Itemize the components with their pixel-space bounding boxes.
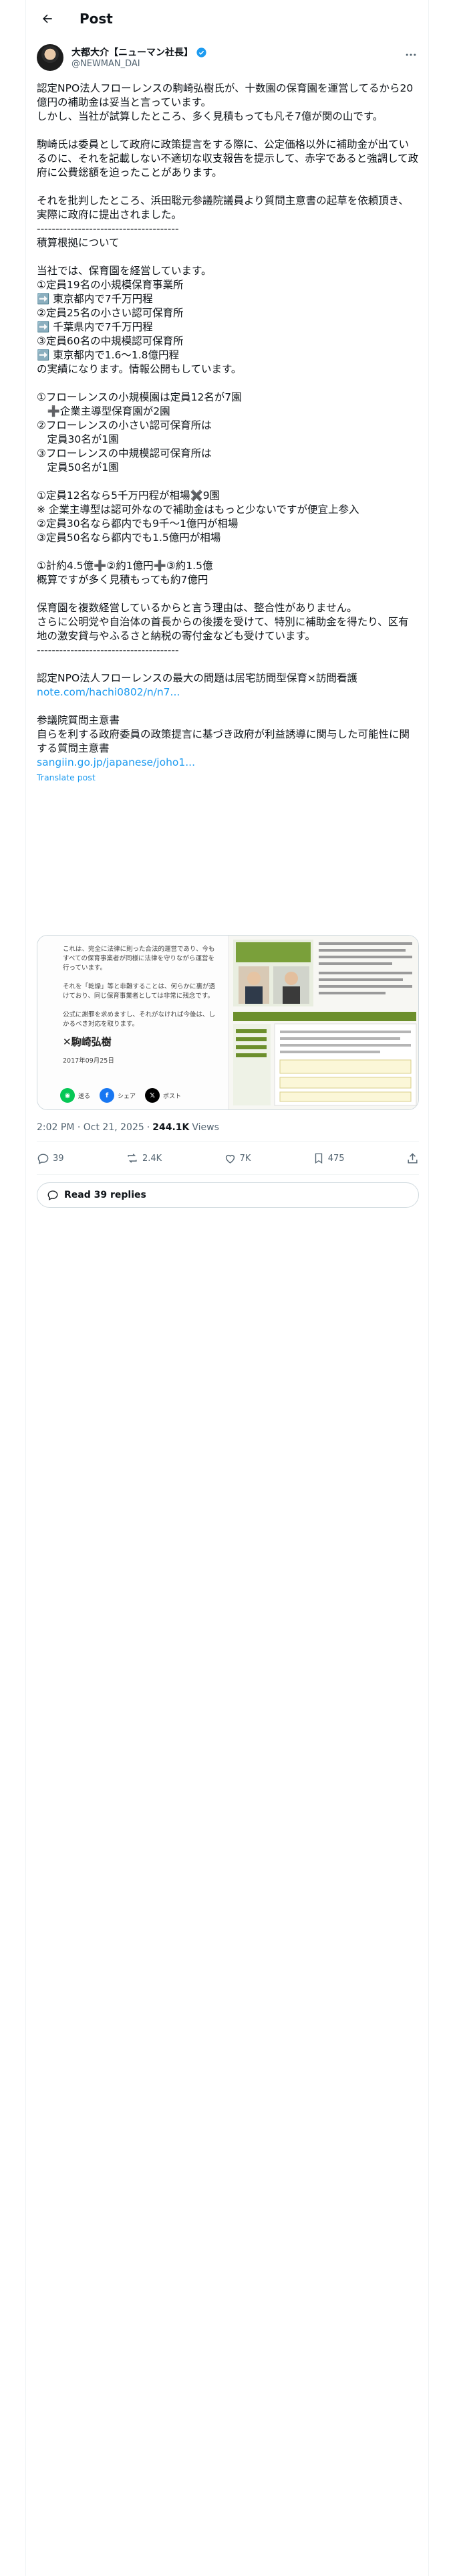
repost-icon [128,1154,137,1163]
arrow-left-icon [43,14,52,23]
back-button[interactable] [35,7,59,31]
statement-text: これは、完全に法律に則った合法的運営であり、今もすべての保育事業者が同様に法律を… [63,946,216,1028]
post-paragraph: ①定員12名なら5千万円程が相場✖️9園 ※ 企業主導型は認可外なので補助金はも… [37,490,359,544]
reply-count: 39 [53,1153,64,1164]
bookmark-icon [315,1153,322,1164]
facebook-share-button: f シェア [100,1088,136,1103]
x-share-label: ポスト [163,1093,182,1100]
translate-post-link[interactable]: Translate post [37,772,419,782]
read-replies-label: Read 39 replies [64,1190,146,1200]
top-bar: Post [26,0,430,37]
views-label: Views [192,1122,219,1133]
like-count: 7K [239,1153,251,1164]
post-paragraph: 参議院質問主意書 自らを利する政府委員の政策提言に基づき政府が利益誘導に関与した… [37,714,410,754]
read-replies-button[interactable]: Read 39 replies [37,1182,419,1208]
reply-button[interactable]: 39 [37,1152,64,1165]
statement-signature: ✕駒崎弘樹 [63,1036,112,1048]
verified-badge-icon [196,47,206,58]
like-button[interactable]: 7K [224,1152,251,1165]
author-name-row[interactable]: 大都大介【ニューマン社長】 [71,45,207,59]
author-handle[interactable]: @NEWMAN_DAI [71,59,140,69]
divider [37,1174,419,1175]
attached-image[interactable]: これは、完全に法律に則った合法的運営であり、今もすべての保育事業者が同様に法律を… [37,935,419,1110]
statement-image: これは、完全に法律に則った合法的運営であり、今もすべての保育事業者が同様に法律を… [37,936,229,1109]
avatar[interactable] [37,44,63,71]
repost-button[interactable]: 2.4K [126,1152,162,1165]
post-actions: 39 2.4K 7K 475 [37,1145,419,1172]
post-paragraph: 駒崎氏は委員として政府に政策提言をする際に、公定価格以外に補助金が出ているのに、… [37,138,419,179]
bookmark-count: 475 [327,1153,345,1164]
more-dots-icon [406,53,416,56]
share-buttons: ◉ 送る f シェア 𝕏 ポスト [60,1088,181,1103]
note-link[interactable]: note.com/hachi0802/n/n7... [37,685,419,700]
post-timestamp[interactable]: 2:02 PM · Oct 21, 2025 [37,1122,144,1133]
page-title: Post [80,11,113,27]
heart-icon [225,1154,235,1164]
post-meta: 2:02 PM · Oct 21, 2025 · 244.1K Views [37,1122,219,1133]
statement-date: 2017年09月25日 [63,1057,114,1065]
line-share-label: 送る [78,1093,91,1100]
post-paragraph: 認定NPO法人フローレンスの駒崎弘樹氏が、十数園の保育園を運営してるから20億円… [37,82,414,122]
share-icon [408,1152,418,1164]
bookmark-button[interactable]: 475 [313,1152,345,1164]
share-button[interactable] [406,1152,419,1165]
post-column: Post 大都大介【ニューマン社長】 @NEWMAN_DAI 認定NPO法人フロ… [25,0,429,2576]
post-author: 大都大介【ニューマン社長】 @NEWMAN_DAI [37,44,419,74]
sangiin-link[interactable]: sangiin.go.jp/japanese/joho1... [37,756,419,770]
post-paragraph: ①フローレンスの小規模園は定員12名が7園 ➕企業主導型保育園が2園 ②フローレ… [37,391,242,473]
line-share-button: ◉ 送る [60,1088,90,1103]
post-paragraph: 認定NPO法人フローレンスの最大の問題は居宅訪問型保育×訪問看護 [37,672,357,684]
reply-bubble-icon [47,1190,58,1200]
divider [37,1141,419,1142]
post-paragraph: 当社では、保育園を経営しています。 ①定員19名の小規模保育事業所 ➡️ 東京都… [37,265,242,375]
post-paragraph: 保育園を複数経営しているからと言う理由は、整合性がありません。 さらに公明党や自… [37,602,409,656]
facebook-icon: f [100,1088,115,1103]
x-logo-icon: 𝕏 [145,1088,160,1103]
x-share-button: 𝕏 ポスト [145,1088,181,1103]
post-body: 認定NPO法人フローレンスの駒崎弘樹氏が、十数園の保育園を運営してるから20億円… [37,82,419,782]
line-icon: ◉ [60,1088,75,1103]
more-options-button[interactable] [404,48,418,64]
reply-icon [37,1153,49,1164]
meta-separator: · [146,1122,150,1133]
sangiin-screenshot-image [229,936,418,1109]
repost-count: 2.4K [142,1153,162,1164]
post-paragraph: それを批判したところ、浜田聡元参議院議員より質問主意書の起草を依頼頂き、実際に政… [37,195,409,249]
author-name[interactable]: 大都大介【ニューマン社長】 [71,45,193,59]
post-paragraph: ①計約4.5億➕②約1億円➕③約1.5億 概算ですが多く見積もっても約7億円 [37,560,213,586]
document-screenshot-picture [229,936,418,1109]
view-count: 244.1K [152,1122,190,1133]
facebook-share-label: シェア [118,1093,136,1100]
